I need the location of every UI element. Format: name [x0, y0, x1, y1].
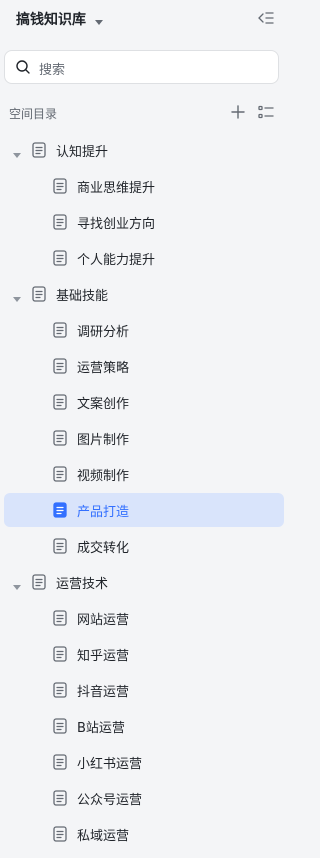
header: 搞钱知识库	[0, 0, 287, 40]
tree-item[interactable]: 网站运营	[0, 600, 287, 636]
document-icon	[53, 610, 67, 630]
tree-item-label: 公众号运营	[77, 793, 143, 808]
document-icon	[53, 430, 67, 450]
document-icon	[53, 250, 67, 270]
document-icon	[32, 574, 46, 594]
document-icon	[53, 358, 67, 378]
document-icon	[53, 754, 67, 774]
document-icon	[53, 682, 67, 702]
document-icon	[53, 466, 67, 486]
document-icon	[53, 538, 67, 558]
list-icon[interactable]	[257, 104, 275, 124]
tree-item[interactable]: B站运营	[0, 708, 287, 744]
tree-item-label: 小红书运营	[77, 757, 143, 772]
document-icon	[32, 286, 46, 306]
space-directory-label: 空间目录	[9, 107, 58, 121]
tree-item-label: 私域运营	[77, 829, 130, 844]
tree-folder[interactable]: 认知提升	[0, 132, 287, 168]
tree-item-label: 成交转化	[77, 541, 130, 556]
tree-folder-label: 运营技术	[56, 577, 109, 592]
tree-item-label: 调研分析	[77, 325, 130, 340]
directory-tree: 认知提升商业思维提升 寻找创业方向 个人能力提升基础技能调研分析运营策略文案创作图片…	[0, 132, 287, 852]
tree-item[interactable]: 成交转化	[0, 528, 287, 564]
collapse-sidebar-icon[interactable]	[257, 10, 275, 30]
tree-item[interactable]: 私域运营	[0, 816, 287, 852]
tree-item[interactable]: 个人能力提升	[0, 240, 287, 276]
document-icon	[53, 790, 67, 810]
tree-item-label: 图片制作	[77, 433, 130, 448]
tree-item-label: 运营策略	[77, 361, 130, 376]
tree-folder[interactable]: 运营技术	[0, 564, 287, 600]
search-input[interactable]: 搜索	[4, 50, 279, 84]
caret-down-icon[interactable]	[12, 577, 22, 596]
tree-item-label: 视频制作	[77, 469, 130, 484]
tree-item-label: B站运营	[77, 721, 125, 736]
tree-item-label: 产品打造	[77, 505, 130, 520]
tree-folder-label: 基础技能	[56, 289, 109, 304]
document-icon	[53, 826, 67, 846]
document-icon	[32, 142, 46, 162]
document-icon	[53, 646, 67, 666]
tree-item[interactable]: 图片制作	[0, 420, 287, 456]
search-placeholder: 搜索	[39, 63, 66, 78]
search-icon	[15, 59, 31, 79]
document-icon	[53, 394, 67, 414]
tree-item[interactable]: 抖音运营	[0, 672, 287, 708]
tree-item[interactable]: 小红书运营	[0, 744, 287, 780]
tree-item[interactable]: 寻找创业方向	[0, 204, 287, 240]
knowledge-base-title[interactable]: 搞钱知识库	[16, 9, 86, 29]
active-highlight	[4, 493, 284, 527]
caret-down-icon[interactable]	[12, 145, 22, 164]
document-icon	[53, 322, 67, 342]
tree-item[interactable]: 调研分析	[0, 312, 287, 348]
tree-item[interactable]: 知乎运营	[0, 636, 287, 672]
tree-item[interactable]: 商业思维提升	[0, 168, 287, 204]
tree-item[interactable]: 公众号运营	[0, 780, 287, 816]
tree-folder-label: 认知提升	[56, 145, 109, 160]
tree-item-label: 抖音运营	[77, 685, 130, 700]
document-icon	[53, 178, 67, 198]
document-icon	[53, 718, 67, 738]
caret-down-icon[interactable]	[12, 289, 22, 308]
tree-item[interactable]: 运营策略	[0, 348, 287, 384]
chevron-down-icon[interactable]	[94, 12, 104, 31]
document-icon	[53, 502, 67, 522]
document-icon	[53, 214, 67, 234]
tree-item[interactable]: 文案创作	[0, 384, 287, 420]
tree-folder[interactable]: 基础技能	[0, 276, 287, 312]
tree-item-label: 个人能力提升	[77, 253, 156, 268]
tree-item-label: 文案创作	[77, 397, 130, 412]
tree-item-label: 网站运营	[77, 613, 130, 628]
plus-icon[interactable]	[230, 104, 246, 124]
tree-item-active[interactable]: 产品打造	[0, 492, 287, 528]
tree-item[interactable]: 视频制作	[0, 456, 287, 492]
tree-item-label: 商业思维提升	[77, 181, 156, 196]
tree-item-label: 知乎运营	[77, 649, 130, 664]
tree-item-label: 寻找创业方向	[77, 217, 156, 232]
